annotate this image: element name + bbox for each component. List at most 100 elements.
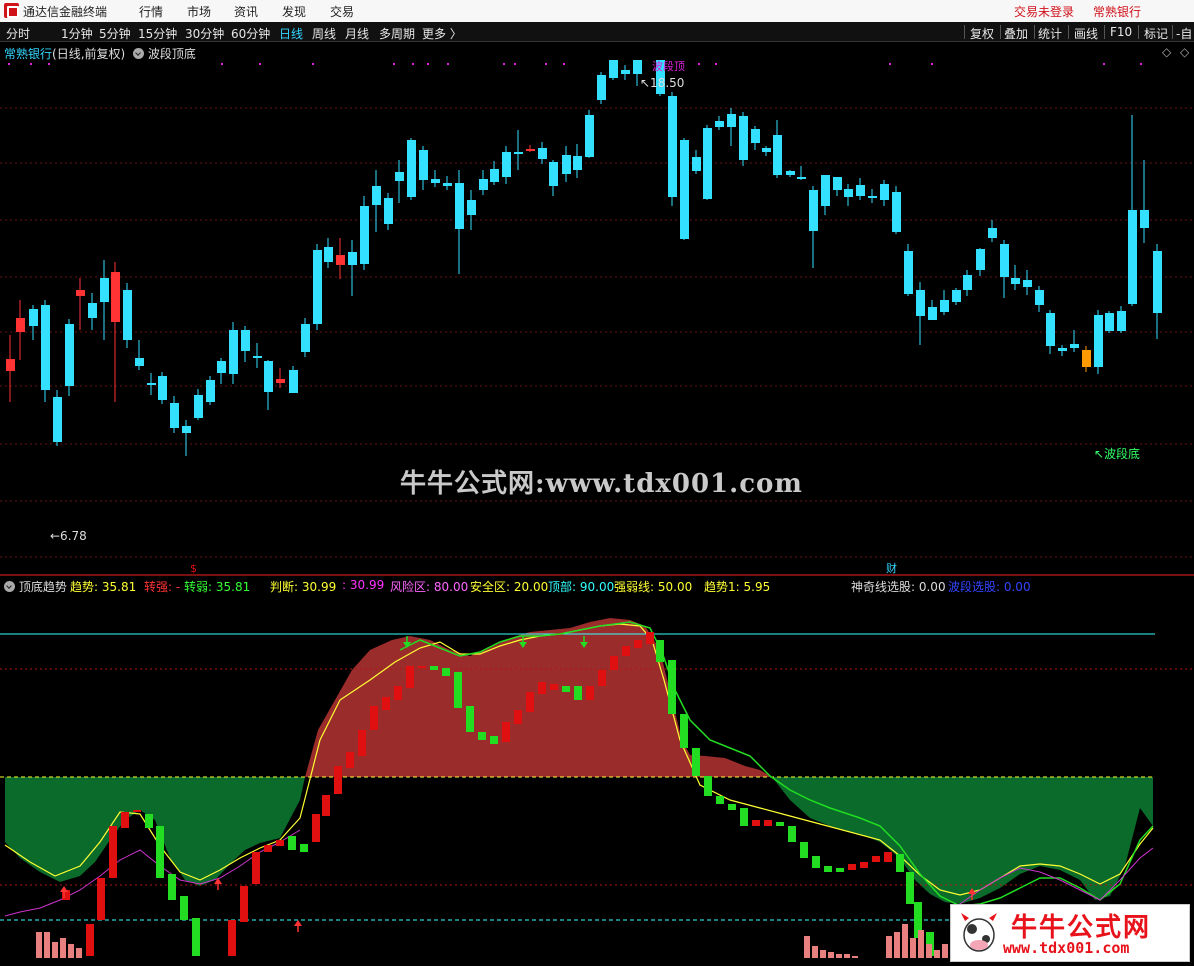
period-1min[interactable]: 1分钟	[61, 25, 93, 42]
panel-divider[interactable]	[0, 574, 1194, 576]
period-multi[interactable]: 多周期	[379, 25, 415, 42]
candle-body	[928, 307, 937, 320]
main-indicator-label[interactable]: 波段顶底	[148, 47, 196, 61]
signal-dot	[1103, 63, 1105, 65]
trend-bar	[192, 918, 200, 956]
trend-bar	[836, 868, 844, 872]
stock-label[interactable]: 常熟银行	[4, 47, 52, 61]
candle-body	[479, 179, 488, 190]
candle-body	[100, 278, 109, 302]
expand-diamond-icon[interactable]: ◇	[1162, 45, 1171, 59]
candle-body	[1140, 210, 1149, 228]
btn-f10[interactable]: F10	[1110, 25, 1132, 39]
signal-dot	[889, 63, 891, 65]
trend-bar	[668, 660, 676, 714]
volume-bar	[910, 938, 916, 958]
candle-body	[668, 96, 677, 197]
candle-body	[241, 330, 250, 351]
btn-zi[interactable]: -自	[1176, 25, 1192, 42]
toolbar-divider	[1000, 25, 1001, 39]
candle-body	[1105, 313, 1114, 331]
candle-body	[467, 200, 476, 215]
indicator-dropdown-icon[interactable]	[133, 48, 145, 59]
trend-bar	[704, 776, 712, 796]
candle-body	[538, 148, 547, 159]
site-logo-url: www.tdx001.com	[1003, 939, 1130, 957]
btn-diejia[interactable]: 叠加	[1004, 25, 1028, 42]
trend-bar	[430, 666, 438, 670]
candle-body	[1153, 251, 1162, 313]
trend-bar	[872, 856, 880, 862]
candle-body	[715, 121, 724, 127]
signal-dot	[503, 63, 505, 65]
btn-huaxian[interactable]: 画线	[1074, 25, 1098, 42]
volume-bar	[68, 944, 74, 958]
candle-body	[940, 300, 949, 312]
volume-bar	[926, 944, 932, 958]
candle-body	[41, 305, 50, 390]
period-daily[interactable]: 日线	[279, 25, 303, 42]
signal-dot	[563, 63, 565, 65]
candle-body	[892, 192, 901, 232]
trend-bar	[240, 886, 248, 922]
bottom-signal-label: ↖波段底	[1094, 446, 1140, 461]
collapse-diamond-icon[interactable]: ◇	[1180, 45, 1189, 59]
period-weekly[interactable]: 周线	[312, 25, 336, 42]
trend-bar	[800, 842, 808, 858]
candle-body	[868, 196, 877, 198]
period-15min[interactable]: 15分钟	[138, 25, 177, 42]
candle-body	[549, 162, 558, 186]
period-60min[interactable]: 60分钟	[231, 25, 270, 42]
volume-bar	[52, 942, 58, 958]
period-monthly[interactable]: 月线	[345, 25, 369, 42]
btn-biaoji[interactable]: 标记	[1144, 25, 1168, 42]
menu-jiaoyi[interactable]: 交易	[330, 3, 354, 20]
top-signal-label: 波段顶	[652, 60, 685, 73]
period-5min[interactable]: 5分钟	[99, 25, 131, 42]
sub-indicator-dropdown-icon[interactable]	[4, 581, 15, 592]
candle-body	[253, 356, 262, 358]
signal-dot	[312, 63, 314, 65]
btn-tongji[interactable]: 统计	[1038, 25, 1062, 42]
volume-bar	[836, 954, 842, 958]
trend-bar	[680, 714, 688, 748]
candle-body	[762, 148, 771, 152]
trend-bar	[514, 710, 522, 724]
trend-bar	[145, 814, 153, 828]
candle-body	[526, 149, 535, 151]
volume-bar	[844, 954, 850, 958]
menu-zixun[interactable]: 资讯	[234, 3, 258, 20]
period-fenshi[interactable]: 分时	[6, 25, 30, 42]
candle-body	[1023, 280, 1032, 287]
candle-body	[703, 128, 712, 199]
app-logo-icon	[4, 3, 19, 18]
mode-label: (日线,前复权)	[52, 47, 126, 61]
trend-bar	[860, 862, 868, 868]
indicator-value-4: : 30.99	[342, 578, 385, 592]
login-status[interactable]: 交易未登录	[1014, 3, 1074, 20]
signal-dot	[1140, 63, 1142, 65]
trend-bar	[358, 730, 366, 756]
toolbar-divider	[1172, 25, 1173, 39]
trend-bar	[502, 722, 510, 742]
candle-body	[976, 249, 985, 270]
watermark-text: 牛牛公式网:www.tdx001.com	[400, 469, 803, 499]
candle-body	[727, 114, 736, 127]
btn-fuquan[interactable]: 复权	[970, 25, 994, 42]
signal-dot	[30, 63, 32, 65]
candle-body	[301, 324, 310, 352]
title-bar: 通达信金融终端 行情 市场 资讯 发现 交易 交易未登录 常熟银行	[0, 0, 1194, 22]
candle-body	[856, 185, 865, 196]
candle-body	[217, 361, 226, 373]
menu-faxian[interactable]: 发现	[282, 3, 306, 20]
menu-shichang[interactable]: 市场	[187, 3, 211, 20]
period-more[interactable]: 更多 〉	[422, 25, 462, 42]
period-30min[interactable]: 30分钟	[185, 25, 224, 42]
toolbar-divider	[964, 25, 965, 39]
menu-hangqing[interactable]: 行情	[139, 3, 163, 20]
candle-body	[29, 309, 38, 326]
trend-bar	[394, 686, 402, 700]
trend-bar	[264, 845, 272, 852]
trend-bar	[646, 632, 654, 644]
candle-body	[502, 152, 511, 177]
